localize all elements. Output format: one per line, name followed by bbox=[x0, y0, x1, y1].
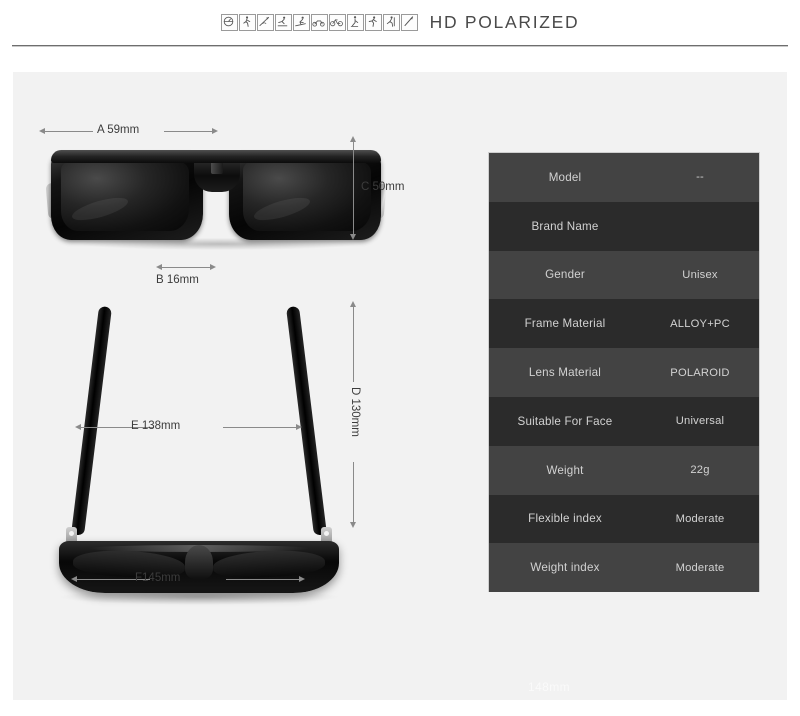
frame-side-left bbox=[51, 152, 203, 240]
dim-b-arrow-left bbox=[156, 263, 162, 270]
top-nose-bridge bbox=[185, 545, 213, 579]
dim-d-line-top bbox=[353, 307, 354, 382]
table-footnote: 148mm bbox=[528, 680, 571, 694]
dim-f-arrow-left bbox=[71, 575, 77, 582]
dim-f-label: F145mm bbox=[135, 572, 181, 584]
dim-a-line-right bbox=[164, 131, 214, 132]
dim-f-line-right bbox=[226, 579, 301, 580]
specification-table: Model -- Brand Name Gender Unisex Frame … bbox=[488, 152, 760, 593]
spec-key: Model bbox=[548, 170, 582, 184]
front-view-shadow bbox=[81, 238, 357, 250]
spec-key: Lens Material bbox=[528, 366, 602, 380]
sunglasses-top-view: D 130mm E 138mm F145mm bbox=[31, 287, 411, 617]
dim-c-arrow-up bbox=[349, 136, 356, 142]
dim-d-arrow-up bbox=[349, 301, 356, 307]
spec-key: Suitable For Face bbox=[517, 414, 613, 428]
hiking-icon bbox=[382, 14, 400, 31]
dim-c-line bbox=[353, 142, 354, 234]
brow-line bbox=[51, 150, 381, 163]
spec-key: Flexible index bbox=[528, 512, 602, 526]
hinge-screw-right bbox=[324, 531, 329, 536]
sunglasses-front-view: A 59mm B 16mm C 50mm bbox=[31, 117, 411, 297]
spec-key: Frame Material bbox=[524, 317, 606, 331]
spec-key: Gender bbox=[545, 268, 585, 282]
motorcycling-icon bbox=[310, 14, 328, 31]
table-row: Suitable For Face Universal bbox=[489, 396, 759, 446]
frame-side-right bbox=[229, 152, 381, 240]
spec-value: Moderate bbox=[675, 512, 725, 525]
lens-group bbox=[51, 150, 381, 242]
fishing-icon bbox=[256, 14, 274, 31]
dim-e-label: E 138mm bbox=[131, 420, 181, 432]
spec-value: ALLOY+PC bbox=[670, 317, 730, 330]
table-row: Lens Material POLAROID bbox=[489, 348, 759, 397]
dim-c-arrow-down bbox=[349, 234, 356, 240]
spec-value: Universal bbox=[675, 415, 725, 428]
walking-icon bbox=[238, 14, 256, 31]
temple-arm-left bbox=[71, 305, 112, 536]
cycling-icon bbox=[328, 14, 346, 31]
hinge-screw-left bbox=[69, 531, 74, 536]
spec-key: Weight index bbox=[530, 561, 600, 575]
front-frame bbox=[51, 150, 381, 242]
temple-arm-right bbox=[286, 305, 327, 536]
dim-d-arrow-down bbox=[349, 522, 356, 528]
golf-icon bbox=[346, 14, 364, 31]
lens-right bbox=[243, 161, 371, 231]
product-figures: A 59mm B 16mm C 50mm D 130mm E 138mm F14… bbox=[13, 72, 483, 700]
dim-a-arrow-left bbox=[39, 127, 45, 134]
dim-b-label: B 16mm bbox=[156, 274, 199, 286]
page-title: HD POLARIZED bbox=[429, 12, 580, 32]
lens-left bbox=[61, 161, 189, 231]
dim-d-label: D 130mm bbox=[349, 387, 361, 437]
spec-key: Weight bbox=[546, 463, 584, 477]
dim-a-line-left bbox=[43, 131, 93, 132]
header-divider bbox=[12, 45, 788, 47]
sunglasses-front-image bbox=[45, 150, 387, 250]
dim-e-arrow-left bbox=[75, 423, 81, 430]
spec-key: Brand Name bbox=[531, 219, 599, 233]
top-lens-right bbox=[212, 548, 326, 580]
dim-f-arrow-right bbox=[299, 575, 305, 582]
running-icon bbox=[364, 14, 382, 31]
table-row: Brand Name bbox=[489, 201, 759, 251]
top-frame bbox=[59, 541, 339, 593]
spec-value: Unisex bbox=[682, 268, 718, 281]
dim-b-line bbox=[160, 267, 212, 268]
spec-value: 22g bbox=[690, 464, 710, 477]
table-row: Flexible index Moderate bbox=[489, 494, 759, 544]
dim-e-arrow-right bbox=[296, 423, 302, 430]
dim-b-arrow-right bbox=[210, 263, 216, 270]
lens-glare-left bbox=[69, 193, 131, 225]
table-row: Frame Material ALLOY+PC bbox=[489, 299, 759, 349]
table-row: Weight index Moderate bbox=[489, 543, 759, 593]
spec-value: Moderate bbox=[675, 561, 725, 574]
top-view-shadow bbox=[57, 589, 341, 605]
page-header: HD POLARIZED bbox=[0, 0, 800, 45]
table-row: Model -- bbox=[489, 153, 759, 202]
dim-d-line-bottom bbox=[353, 462, 354, 522]
spec-value: -- bbox=[696, 171, 704, 184]
sunglasses-top-image bbox=[49, 305, 349, 605]
table-row: Weight 22g bbox=[489, 445, 759, 495]
sport-icon-strip bbox=[220, 14, 418, 31]
skiing-icon bbox=[292, 14, 310, 31]
dim-c-label: C 50mm bbox=[361, 181, 405, 193]
climbing-icon bbox=[400, 14, 418, 31]
dim-a-label: A 59mm bbox=[97, 124, 140, 136]
dim-a-arrow-right bbox=[212, 127, 218, 134]
dim-e-line-right bbox=[223, 427, 298, 428]
table-row: Gender Unisex bbox=[489, 250, 759, 300]
skating-icon bbox=[274, 14, 292, 31]
lens-glare-right bbox=[251, 193, 313, 225]
spec-value: POLAROID bbox=[670, 366, 730, 379]
product-spec-panel: A 59mm B 16mm C 50mm D 130mm E 138mm F14… bbox=[13, 72, 787, 700]
driving-icon bbox=[220, 14, 238, 31]
